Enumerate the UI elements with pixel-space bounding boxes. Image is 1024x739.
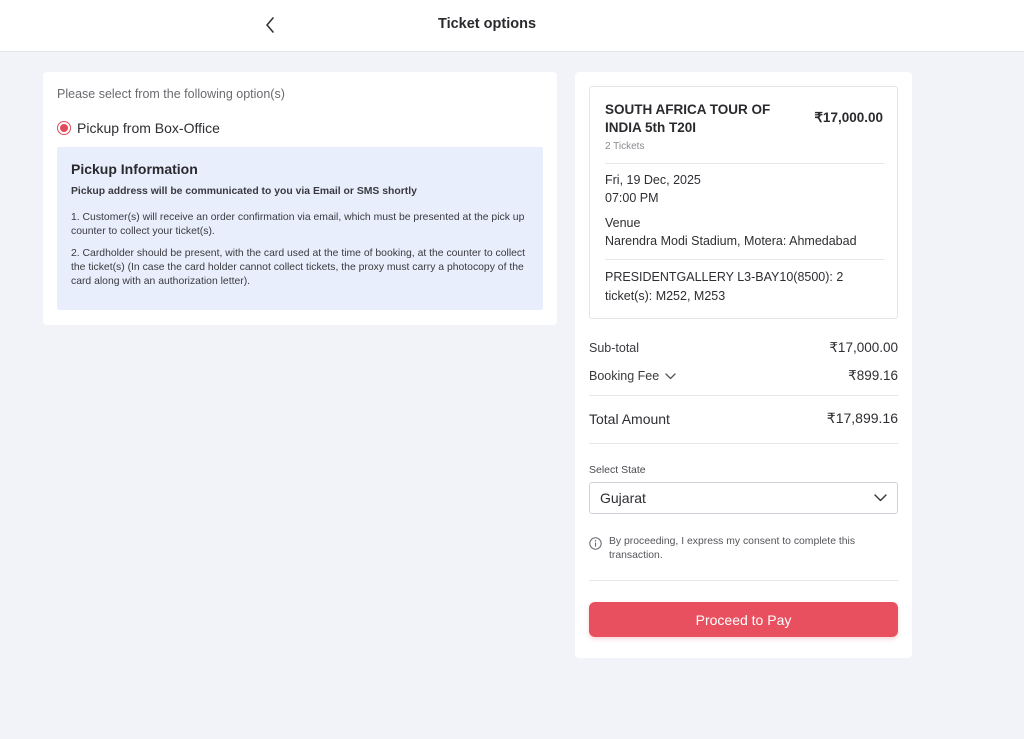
divider <box>589 580 898 581</box>
seat-info: PRESIDENTGALLERY L3-BAY10(8500): 2 ticke… <box>605 270 844 303</box>
consent-text: By proceeding, I express my consent to c… <box>609 536 856 561</box>
pickup-radio[interactable] <box>57 121 71 135</box>
pickup-info-line-1: 1. Customer(s) will receive an order con… <box>71 212 525 237</box>
booking-fee-label: Booking Fee <box>589 369 660 383</box>
delivery-options-card: Please select from the following option(… <box>43 72 557 325</box>
total-value: ₹17,899.16 <box>826 410 898 426</box>
subtotal-value: ₹17,000.00 <box>829 340 898 355</box>
radio-selected-dot <box>60 124 68 132</box>
info-icon <box>589 537 602 550</box>
booking-fee-row: Booking Fee ₹899.16 <box>589 368 898 384</box>
divider <box>589 443 898 444</box>
event-price: ₹17,000.00 <box>814 110 883 125</box>
divider <box>605 259 884 260</box>
top-bar: Ticket options <box>0 0 1024 52</box>
state-selected-value: Gujarat <box>600 490 646 506</box>
chevron-down-icon <box>874 494 887 502</box>
subtotal-row: Sub-total ₹17,000.00 <box>589 340 898 356</box>
proceed-to-pay-button[interactable]: Proceed to Pay <box>589 602 898 637</box>
event-details-card: SOUTH AFRICA TOUR OF INDIA 5th T20I ₹17,… <box>589 86 898 319</box>
ticket-count: 2 Tickets <box>605 141 645 152</box>
booking-fee-value: ₹899.16 <box>848 368 898 383</box>
delivery-instruction: Please select from the following option(… <box>57 87 285 101</box>
event-time: 07:00 PM <box>605 191 659 205</box>
pickup-info-box: Pickup Information Pickup address will b… <box>57 147 543 310</box>
venue-label: Venue <box>605 216 641 230</box>
pickup-option-label: Pickup from Box-Office <box>77 120 220 136</box>
pickup-info-line-2: 2. Cardholder should be present, with th… <box>71 248 525 287</box>
chevron-down-icon <box>665 372 676 379</box>
consent-notice: By proceeding, I express my consent to c… <box>589 535 898 563</box>
booking-fee-toggle[interactable]: Booking Fee <box>589 369 676 383</box>
event-name: SOUTH AFRICA TOUR OF INDIA 5th T20I <box>605 102 771 135</box>
venue-name: Narendra Modi Stadium, Motera: Ahmedabad <box>605 234 857 248</box>
state-select[interactable]: Gujarat <box>589 482 898 514</box>
event-date: Fri, 19 Dec, 2025 <box>605 173 701 187</box>
pickup-info-title: Pickup Information <box>71 161 198 177</box>
total-row: Total Amount ₹17,899.16 <box>589 410 898 427</box>
order-summary-card: SOUTH AFRICA TOUR OF INDIA 5th T20I ₹17,… <box>575 72 912 658</box>
pickup-info-subtitle: Pickup address will be communicated to y… <box>71 186 417 197</box>
pickup-option[interactable]: Pickup from Box-Office <box>57 120 220 136</box>
divider <box>589 395 898 396</box>
page-title: Ticket options <box>437 16 537 32</box>
subtotal-label: Sub-total <box>589 341 640 355</box>
divider <box>605 163 884 164</box>
state-label: Select State <box>589 464 646 476</box>
total-label: Total Amount <box>589 410 670 427</box>
